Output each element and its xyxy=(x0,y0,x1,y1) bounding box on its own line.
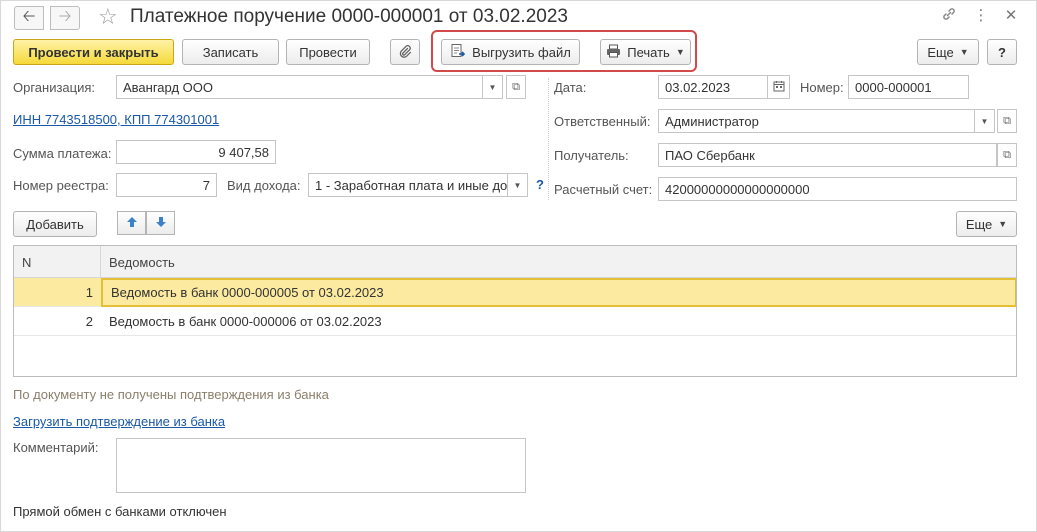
income-type-dropdown[interactable]: ▼ xyxy=(508,173,528,197)
move-up-button[interactable] xyxy=(117,211,146,235)
responsible-open-button[interactable]: ⧉ xyxy=(997,109,1017,133)
organization-field[interactable]: Авангард ООО xyxy=(116,75,483,99)
open-icon: ⧉ xyxy=(512,80,520,93)
export-file-icon xyxy=(450,43,466,62)
page-title: Платежное поручение 0000-000001 от 03.02… xyxy=(130,6,568,27)
export-file-label: Выгрузить файл xyxy=(472,44,571,60)
number-label: Номер: xyxy=(800,80,844,95)
organization-label: Организация: xyxy=(13,80,96,95)
inn-kpp-link[interactable]: ИНН 7743518500, КПП 774301001 xyxy=(13,112,219,127)
help-button[interactable]: ? xyxy=(987,39,1017,65)
table-more-label: Еще xyxy=(965,216,993,232)
column-header-n[interactable]: N xyxy=(14,246,101,278)
chevron-down-icon: ▼ xyxy=(959,47,969,57)
income-type-help[interactable]: ? xyxy=(536,177,544,192)
paperclip-icon xyxy=(398,44,412,61)
comment-label: Комментарий: xyxy=(13,440,99,455)
exchange-status: Прямой обмен с банками отключен xyxy=(13,504,227,519)
date-label: Дата: xyxy=(554,80,587,95)
row-number: 2 xyxy=(85,314,93,329)
column-header-statement[interactable]: Ведомость xyxy=(101,246,1016,278)
open-icon: ⧉ xyxy=(1003,114,1011,127)
comment-textarea[interactable] xyxy=(116,438,526,493)
post-button[interactable]: Провести xyxy=(286,39,370,65)
chevron-down-icon: ▼ xyxy=(998,219,1008,229)
table-more-button[interactable]: Еще ▼ xyxy=(956,211,1017,237)
kebab-menu-icon[interactable]: ⋮ xyxy=(970,6,992,24)
registry-number-field[interactable]: 7 xyxy=(116,173,217,197)
chevron-down-icon: ▼ xyxy=(488,82,497,92)
calendar-button[interactable] xyxy=(768,75,790,99)
link-icon[interactable] xyxy=(938,6,960,26)
responsible-field[interactable]: Администратор xyxy=(658,109,975,133)
arrow-up-icon xyxy=(126,216,138,231)
move-down-button[interactable] xyxy=(146,211,175,235)
open-icon: ⧉ xyxy=(1003,148,1011,161)
print-button[interactable]: Печать ▼ xyxy=(600,39,691,65)
registry-number-label: Номер реестра: xyxy=(13,178,109,193)
chevron-down-icon: ▼ xyxy=(675,47,685,57)
date-field[interactable]: 03.02.2023 xyxy=(658,75,768,99)
back-arrow-icon: 🡠 xyxy=(22,7,36,25)
column-separator xyxy=(548,78,549,200)
account-field[interactable]: 42000000000000000000 xyxy=(658,177,1017,201)
responsible-dropdown[interactable]: ▼ xyxy=(975,109,995,133)
close-icon[interactable]: ✕ xyxy=(1000,6,1022,24)
statements-table: N Ведомость 1 Ведомость в банк 0000-0000… xyxy=(13,245,1017,377)
attach-button[interactable] xyxy=(390,39,420,65)
load-confirmation-link[interactable]: Загрузить подтверждение из банка xyxy=(13,414,225,429)
calendar-icon xyxy=(773,80,785,94)
number-field[interactable]: 0000-000001 xyxy=(848,75,969,99)
income-type-label: Вид дохода: xyxy=(227,178,301,193)
arrow-down-icon xyxy=(155,216,167,231)
print-label: Печать xyxy=(627,44,670,60)
row-statement: Ведомость в банк 0000-000006 от 03.02.20… xyxy=(109,314,382,329)
add-button[interactable]: Добавить xyxy=(13,211,97,237)
row-number: 1 xyxy=(85,285,93,300)
back-button[interactable]: 🡠 xyxy=(14,6,44,30)
post-and-close-button[interactable]: Провести и закрыть xyxy=(13,39,174,65)
organization-dropdown[interactable]: ▼ xyxy=(483,75,503,99)
bank-confirmation-note: По документу не получены подтверждения и… xyxy=(13,387,329,402)
save-button[interactable]: Записать xyxy=(182,39,279,65)
more-label: Еще xyxy=(927,44,954,60)
sum-label: Сумма платежа: xyxy=(13,146,112,161)
income-type-field[interactable]: 1 - Заработная плата и иные дох xyxy=(308,173,508,197)
forward-button[interactable]: 🡢 xyxy=(50,6,80,30)
table-row[interactable]: 2 Ведомость в банк 0000-000006 от 03.02.… xyxy=(14,307,1016,336)
recipient-open-button[interactable]: ⧉ xyxy=(997,143,1017,167)
more-button[interactable]: Еще ▼ xyxy=(917,39,979,65)
recipient-field[interactable]: ПАО Сбербанк xyxy=(658,143,997,167)
chevron-down-icon: ▼ xyxy=(980,116,989,126)
chevron-down-icon: ▼ xyxy=(513,180,522,190)
recipient-label: Получатель: xyxy=(554,148,629,163)
responsible-label: Ответственный: xyxy=(554,114,651,129)
row-statement: Ведомость в банк 0000-000005 от 03.02.20… xyxy=(101,278,1016,307)
star-icon[interactable]: ☆ xyxy=(98,4,118,30)
printer-icon xyxy=(606,44,621,61)
forward-arrow-icon: 🡢 xyxy=(58,7,72,25)
export-file-button[interactable]: Выгрузить файл xyxy=(441,39,580,65)
table-header: N Ведомость xyxy=(14,246,1016,278)
organization-open-button[interactable]: ⧉ xyxy=(506,75,526,99)
table-row[interactable]: 1 Ведомость в банк 0000-000005 от 03.02.… xyxy=(14,278,1016,307)
sum-field[interactable]: 9 407,58 xyxy=(116,140,276,164)
account-label: Расчетный счет: xyxy=(554,182,653,197)
